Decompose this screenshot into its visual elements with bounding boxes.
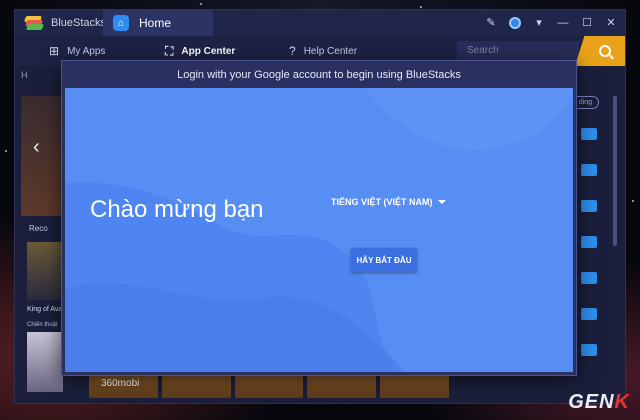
recommended-label: Reco bbox=[29, 224, 48, 233]
minimize-icon[interactable]: — bbox=[557, 10, 569, 36]
star bbox=[200, 3, 202, 5]
download-icon[interactable] bbox=[581, 236, 597, 248]
welcome-heading: Chào mừng bạn bbox=[90, 196, 264, 223]
account-icon[interactable] bbox=[509, 17, 521, 29]
strip-label: 360mobi bbox=[101, 378, 140, 389]
help-icon: ? bbox=[289, 44, 296, 58]
bluestacks-logo-icon bbox=[23, 16, 45, 30]
nav-app-center-label: App Center bbox=[181, 45, 236, 57]
scrollbar[interactable] bbox=[613, 96, 617, 246]
watermark-suffix: K bbox=[614, 391, 630, 413]
search-icon bbox=[599, 45, 611, 57]
carousel-prev-icon[interactable]: ‹ bbox=[33, 136, 40, 159]
star bbox=[5, 150, 7, 152]
grid-icon: ⊞ bbox=[49, 44, 60, 58]
game-thumbnail[interactable] bbox=[27, 332, 63, 392]
star bbox=[420, 6, 422, 8]
nav-help-center-label: Help Center bbox=[303, 45, 358, 57]
search-button[interactable] bbox=[575, 36, 625, 66]
bag-icon: ⛶ bbox=[165, 43, 174, 58]
close-icon[interactable]: ✕ bbox=[605, 10, 617, 36]
maximize-icon[interactable]: ☐ bbox=[581, 10, 593, 36]
game-thumbnail[interactable] bbox=[27, 242, 63, 300]
watermark-prefix: GEN bbox=[568, 391, 615, 413]
dialog-title: Login with your Google account to begin … bbox=[62, 61, 576, 88]
game-subtitle: Chiến thuật bbox=[27, 322, 58, 328]
download-icon[interactable] bbox=[581, 200, 597, 212]
download-icon[interactable] bbox=[581, 344, 597, 356]
game-title: King of Ava bbox=[27, 306, 63, 313]
language-select[interactable]: TIẾNG VIỆT (VIỆT NAM) bbox=[331, 197, 446, 207]
welcome-panel: Chào mừng bạn TIẾNG VIỆT (VIỆT NAM) HÃY … bbox=[65, 88, 573, 372]
title-bar: BlueStacks ⌂ Home ✎ ▾ — ☐ ✕ bbox=[15, 10, 625, 36]
download-icon[interactable] bbox=[581, 164, 597, 176]
chevron-down-icon bbox=[437, 200, 446, 204]
download-icon[interactable] bbox=[581, 272, 597, 284]
download-icon[interactable] bbox=[581, 128, 597, 140]
game-strip bbox=[89, 374, 449, 398]
star bbox=[632, 200, 634, 202]
pin-icon[interactable]: ✎ bbox=[485, 10, 497, 36]
search-input[interactable]: Search bbox=[457, 41, 579, 61]
window-controls: ✎ ▾ — ☐ ✕ bbox=[485, 10, 617, 36]
app-name: BlueStacks bbox=[51, 17, 107, 29]
genk-watermark: GENK bbox=[568, 391, 630, 414]
background-wave bbox=[65, 88, 573, 372]
tab-home[interactable]: ⌂ Home bbox=[103, 10, 213, 36]
login-dialog: Login with your Google account to begin … bbox=[61, 60, 577, 376]
language-select-value: TIẾNG VIỆT (VIỆT NAM) bbox=[331, 197, 433, 207]
home-icon: ⌂ bbox=[113, 15, 129, 31]
menu-icon[interactable]: ▾ bbox=[533, 10, 545, 36]
nav-my-apps-label: My Apps bbox=[67, 45, 106, 57]
breadcrumb: H bbox=[21, 70, 28, 80]
start-button[interactable]: HÃY BẮT ĐẦU bbox=[351, 248, 417, 272]
download-icon[interactable] bbox=[581, 308, 597, 320]
banner-image bbox=[21, 96, 63, 216]
tab-home-label: Home bbox=[139, 16, 172, 30]
